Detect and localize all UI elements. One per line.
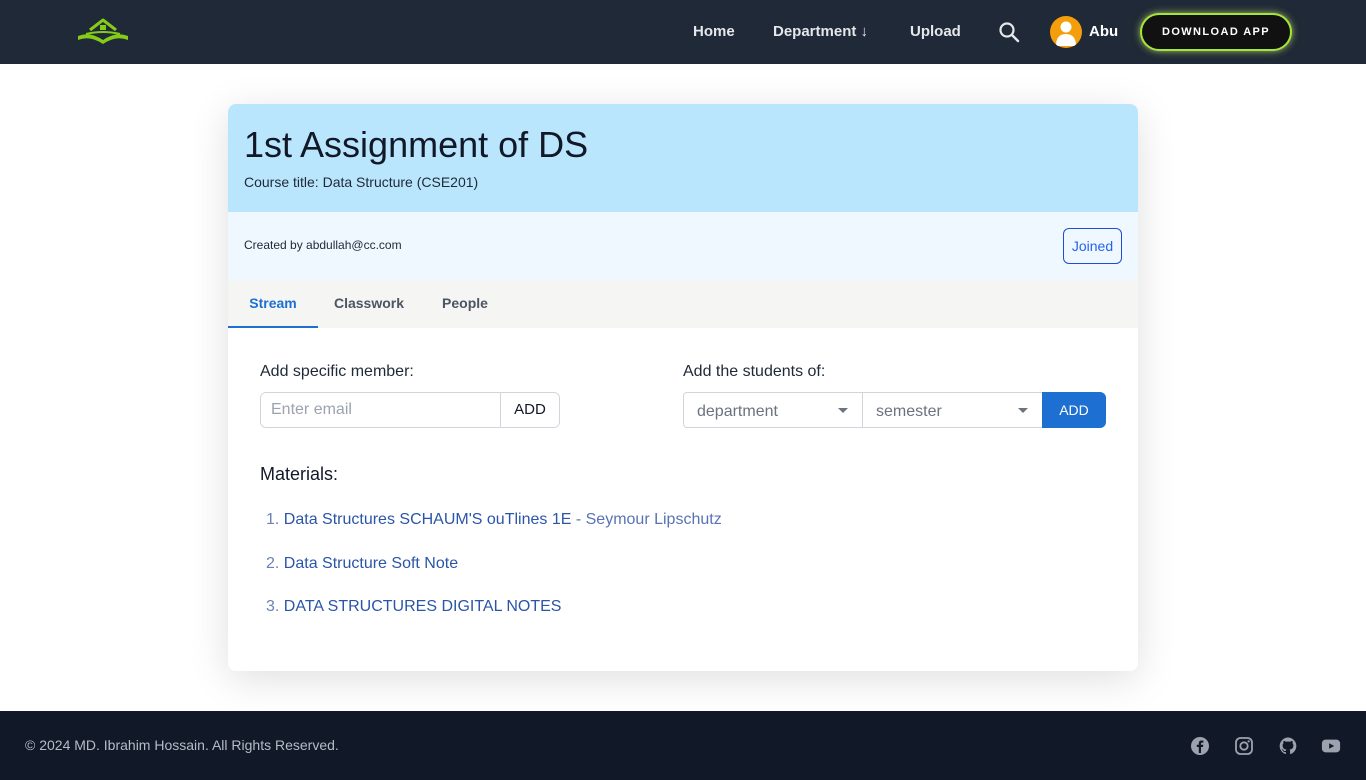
add-students-label: Add the students of: (683, 363, 826, 380)
material-link[interactable]: DATA STRUCTURES DIGITAL NOTES (284, 598, 562, 615)
card-body: Add specific member: Add the students of… (228, 104, 1138, 671)
material-link[interactable]: Data Structures SCHAUM'S ouTlines 1E (284, 511, 572, 528)
facebook-icon[interactable] (1190, 736, 1210, 756)
material-number: 3. (266, 598, 280, 615)
navbar: Home Department ↓ Upload Abu DOWNLOAD AP… (0, 0, 1366, 64)
material-author: - Seymour Lipschutz (571, 511, 722, 528)
copyright-text: © 2024 MD. Ibrahim Hossain. All Rights R… (25, 737, 339, 753)
github-icon[interactable] (1278, 736, 1298, 756)
search-icon[interactable] (998, 21, 1020, 43)
caret-down-icon (838, 408, 848, 413)
nav-department-dropdown[interactable]: Department ↓ (773, 23, 868, 41)
logo-icon[interactable] (76, 18, 130, 46)
avatar[interactable] (1050, 16, 1082, 48)
avatar-icon (1056, 21, 1076, 46)
department-select-value: department (697, 403, 778, 420)
material-link[interactable]: Data Structure Soft Note (284, 555, 458, 572)
semester-select-value: semester (876, 403, 942, 420)
download-app-button[interactable]: DOWNLOAD APP (1142, 15, 1290, 49)
add-member-label: Add specific member: (260, 363, 414, 380)
add-member-button[interactable]: ADD (500, 393, 559, 427)
email-input-group: ADD (260, 392, 560, 428)
list-item: 3. DATA STRUCTURES DIGITAL NOTES (266, 598, 561, 616)
instagram-icon[interactable] (1234, 736, 1254, 756)
user-name[interactable]: Abu (1089, 23, 1118, 41)
department-select[interactable]: department (683, 392, 863, 428)
footer: © 2024 MD. Ibrahim Hossain. All Rights R… (0, 711, 1366, 780)
nav-upload[interactable]: Upload (910, 23, 961, 41)
nav-home[interactable]: Home (693, 23, 735, 41)
caret-down-icon (1018, 408, 1028, 413)
semester-select[interactable]: semester (863, 392, 1043, 428)
list-item: 2. Data Structure Soft Note (266, 555, 458, 573)
youtube-icon[interactable] (1321, 736, 1341, 756)
list-item: 1. Data Structures SCHAUM'S ouTlines 1E … (266, 511, 722, 529)
add-students-button[interactable]: ADD (1042, 392, 1106, 428)
material-number: 1. (266, 511, 280, 528)
email-field[interactable] (261, 393, 500, 427)
materials-title: Materials: (260, 464, 339, 484)
material-number: 2. (266, 555, 280, 572)
